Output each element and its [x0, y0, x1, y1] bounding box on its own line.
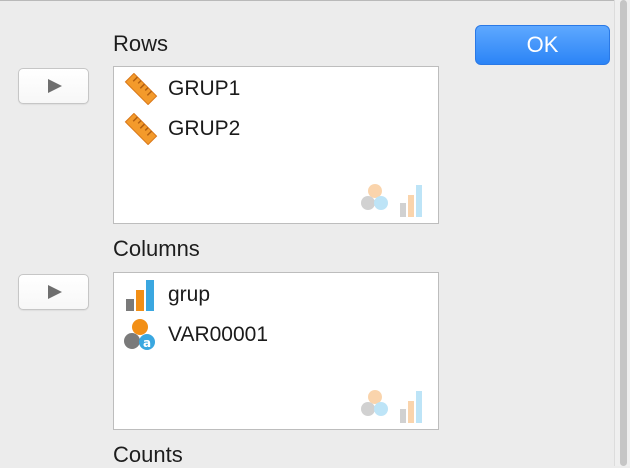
scrollbar-track[interactable]: [614, 0, 630, 466]
scrollbar-thumb[interactable]: [620, 0, 627, 466]
play-triangle-icon: [48, 285, 62, 299]
variable-name: GRUP2: [168, 117, 241, 140]
nominal-string-icon: a: [124, 319, 158, 351]
variable-name: VAR00001: [168, 323, 269, 346]
measure-types-watermark-icon: [360, 183, 430, 217]
rows-variable-list[interactable]: GRUP1 GRUP2: [113, 66, 439, 224]
variable-name: grup: [168, 283, 211, 306]
variable-name: GRUP1: [168, 77, 241, 100]
play-triangle-icon: [48, 79, 62, 93]
ok-button[interactable]: OK: [475, 25, 610, 65]
list-item[interactable]: grup: [124, 279, 210, 311]
columns-variable-list[interactable]: grup a VAR00001: [113, 272, 439, 430]
measure-types-watermark-icon: [360, 389, 430, 423]
counts-label: Counts: [113, 442, 183, 467]
ruler-scale-icon: [124, 72, 158, 106]
ordinal-bars-icon: [124, 279, 158, 311]
list-item[interactable]: GRUP1: [124, 72, 241, 106]
move-to-rows-button[interactable]: [18, 68, 89, 104]
ruler-scale-icon: [124, 112, 158, 146]
columns-label: Columns: [113, 236, 200, 261]
list-item[interactable]: GRUP2: [124, 112, 241, 146]
list-item[interactable]: a VAR00001: [124, 319, 268, 351]
svg-text:a: a: [143, 336, 151, 350]
top-divider: [0, 0, 630, 1]
rows-label: Rows: [113, 31, 169, 56]
move-to-columns-button[interactable]: [18, 274, 89, 310]
